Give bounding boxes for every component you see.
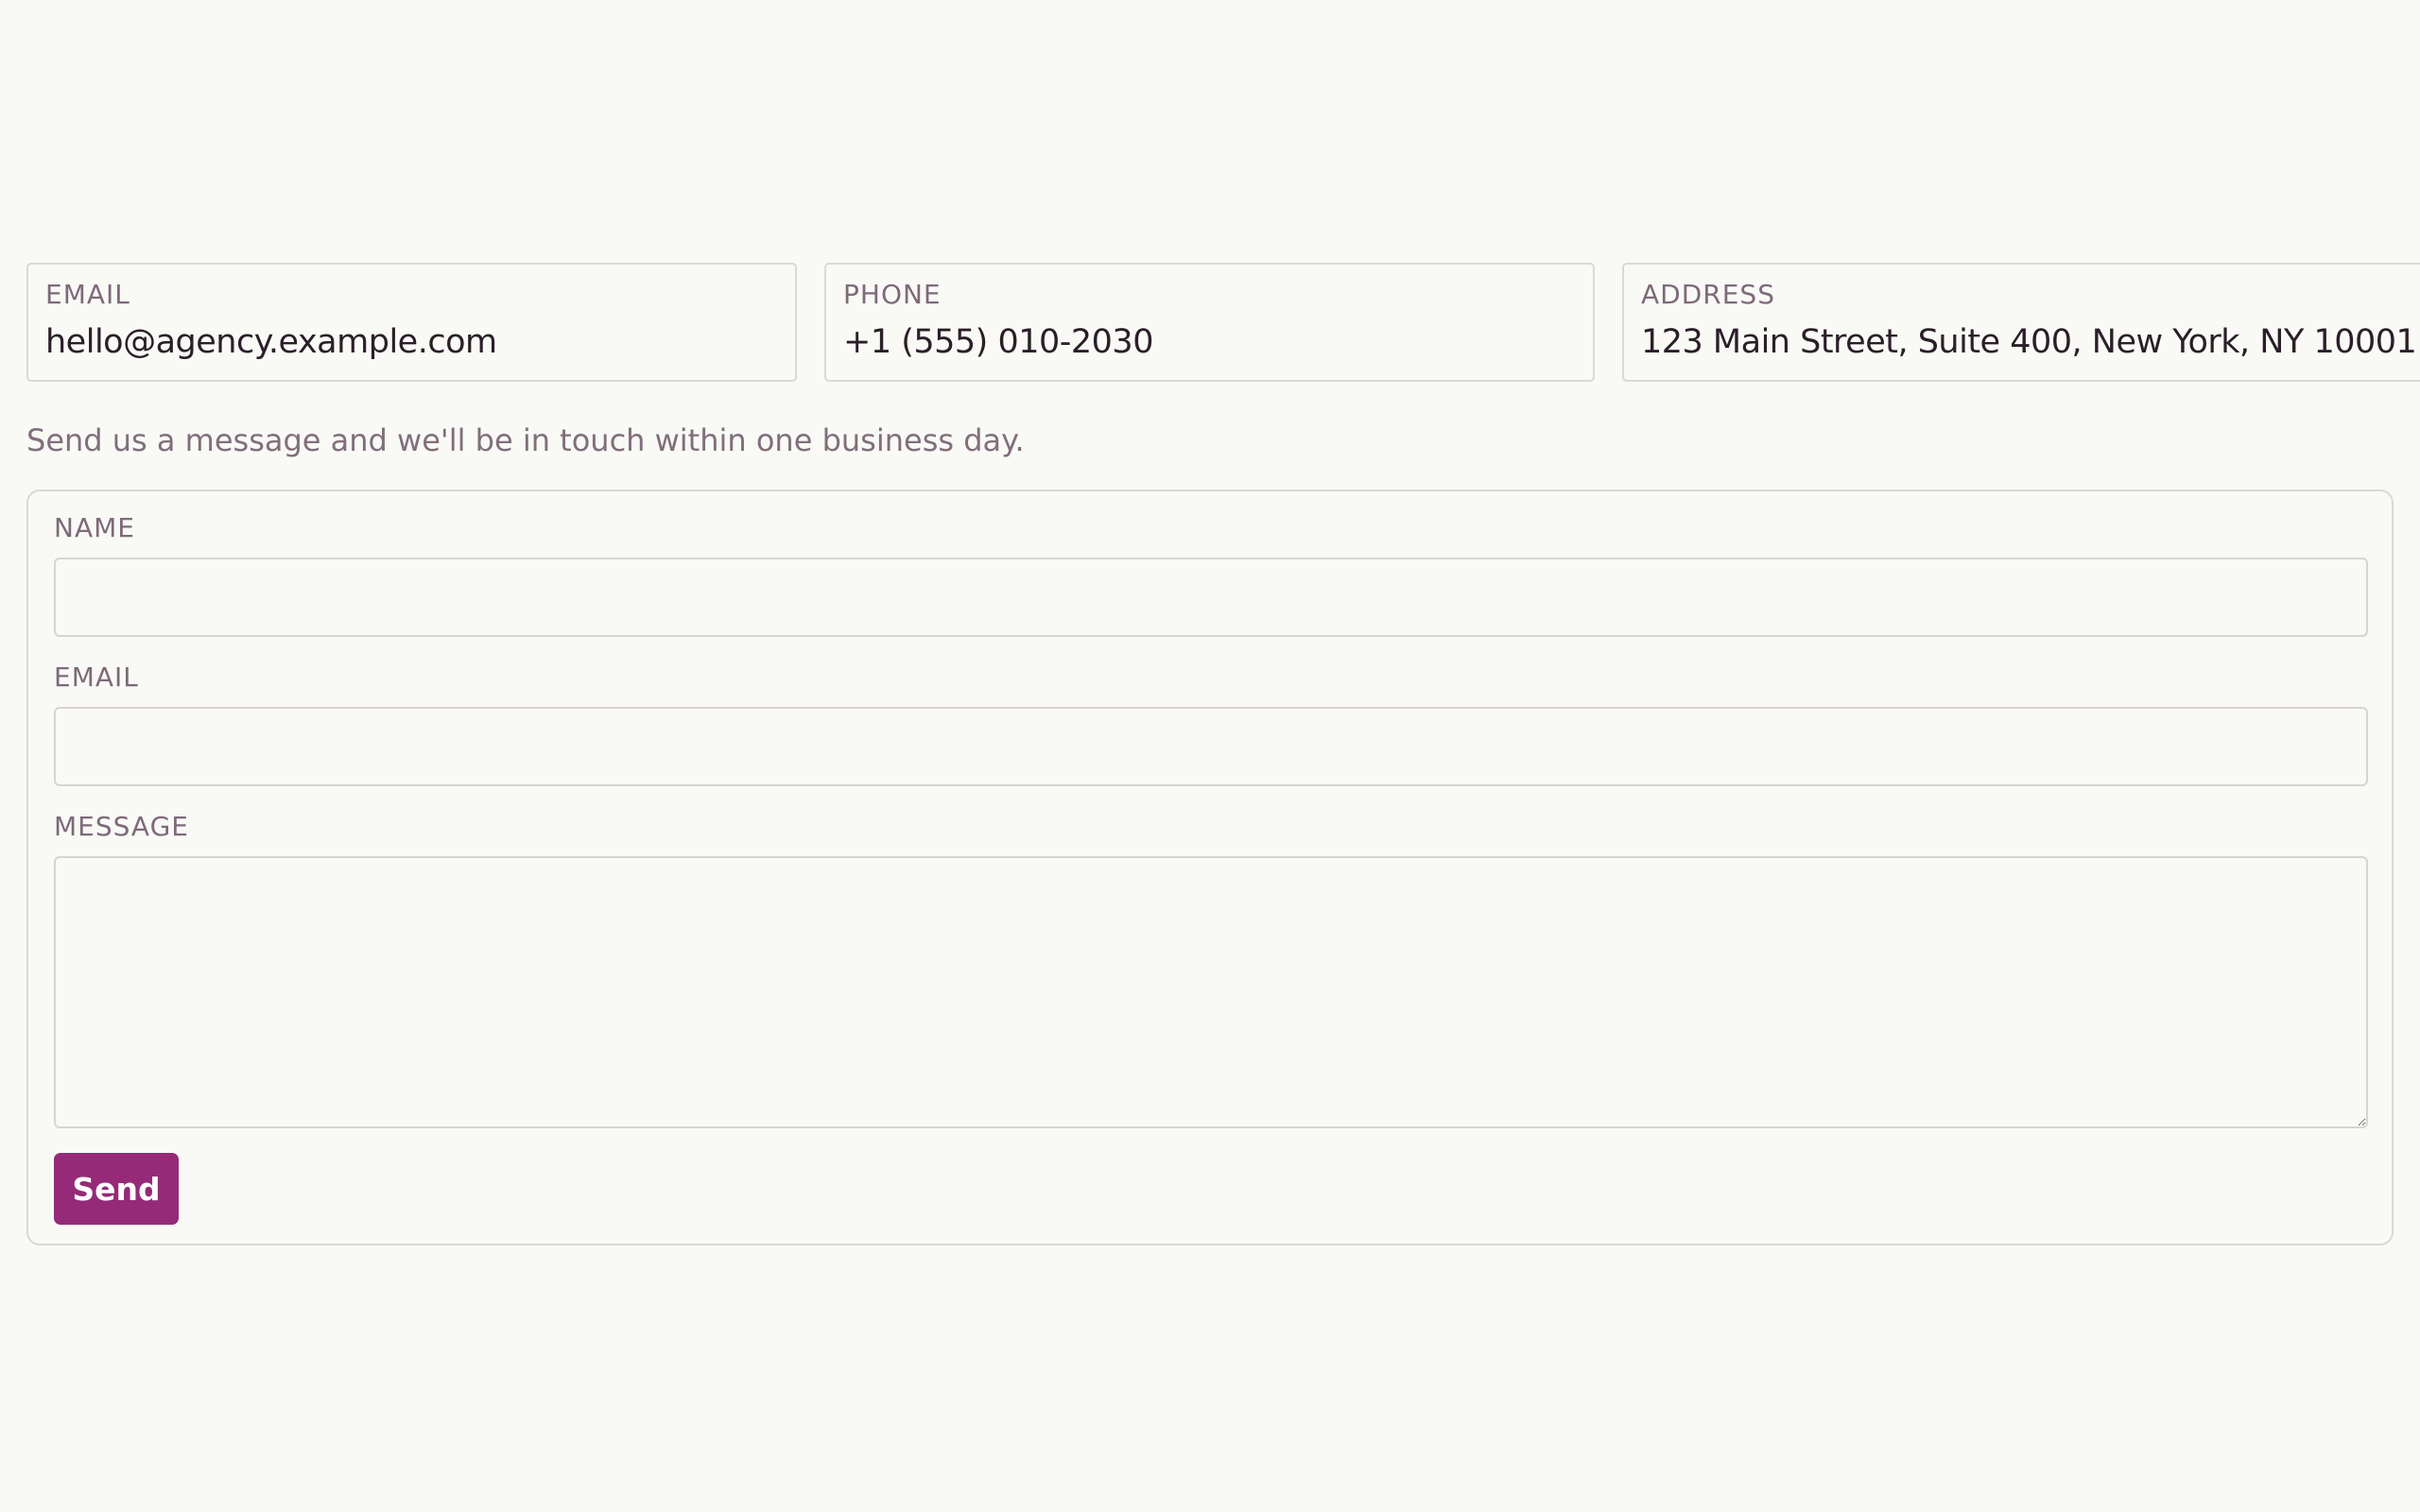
email-field-label: EMAIL bbox=[54, 662, 139, 693]
email-input[interactable] bbox=[54, 707, 2368, 786]
email-field-group: EMAIL bbox=[54, 662, 2368, 786]
message-textarea[interactable] bbox=[54, 856, 2368, 1128]
address-info-label: ADDRESS bbox=[1641, 279, 1775, 310]
address-info-card: ADDRESS 123 Main Street, Suite 400, New … bbox=[1622, 263, 2420, 382]
intro-text: Send us a message and we'll be in touch … bbox=[26, 422, 1025, 458]
phone-info-card: PHONE +1 (555) 010-2030 bbox=[824, 263, 1595, 382]
name-input[interactable] bbox=[54, 558, 2368, 637]
email-info-value: hello@agency.example.com bbox=[45, 323, 497, 361]
message-field-label: MESSAGE bbox=[54, 811, 189, 842]
contact-page: EMAIL hello@agency.example.com PHONE +1 … bbox=[26, 263, 2420, 1246]
email-info-label: EMAIL bbox=[45, 279, 130, 310]
contact-info-row: EMAIL hello@agency.example.com PHONE +1 … bbox=[26, 263, 2420, 382]
phone-info-value: +1 (555) 010-2030 bbox=[843, 323, 1153, 361]
address-info-value: 123 Main Street, Suite 400, New York, NY… bbox=[1641, 323, 2417, 361]
contact-form: NAME EMAIL MESSAGE Send bbox=[26, 490, 2394, 1246]
send-button[interactable]: Send bbox=[54, 1153, 179, 1225]
message-field-group: MESSAGE bbox=[54, 811, 2368, 1128]
name-field-label: NAME bbox=[54, 512, 135, 543]
email-info-card: EMAIL hello@agency.example.com bbox=[26, 263, 797, 382]
phone-info-label: PHONE bbox=[843, 279, 942, 310]
